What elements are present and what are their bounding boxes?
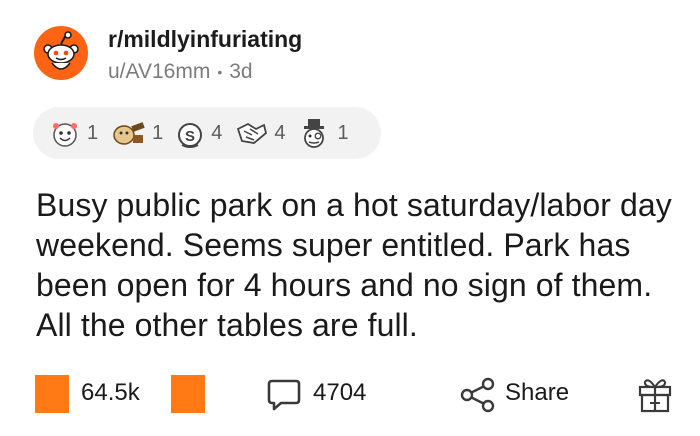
award-silver[interactable]: S 4 [173,115,222,151]
award-doge[interactable]: 1 [108,115,163,151]
post-header-text: r/mildlyinfuriating u/AV16mm • 3d [108,22,302,85]
upvote-icon[interactable] [35,375,69,413]
award-count: 1 [337,121,349,144]
wholesome-award-icon [53,123,77,147]
downvote-icon[interactable] [171,375,205,413]
award-gentleman[interactable]: 1 [296,115,349,151]
silver-coin-award-icon: S [178,123,203,148]
subreddit-name[interactable]: r/mildlyinfuriating [108,25,302,53]
subreddit-avatar[interactable] [34,26,88,80]
reddit-post-card: r/mildlyinfuriating u/AV16mm • 3d 1 1 S … [0,0,700,436]
svg-text:S: S [185,128,195,145]
meta-separator: • [217,64,223,80]
share-icon[interactable] [458,375,498,415]
gentleman-award-icon [303,119,324,148]
award-count: 1 [152,121,164,144]
bro-hug-award-icon [237,122,268,144]
award-wholesome[interactable]: 1 [47,115,98,151]
post-action-bar: 64.5k 4704 Share [35,372,675,418]
post-meta: u/AV16mm • 3d [108,59,302,85]
award-count: 4 [274,121,286,144]
awards-bar[interactable]: 1 1 S 4 4 1 [33,107,381,159]
post-age: 3d [229,60,253,83]
post-header: r/mildlyinfuriating u/AV16mm • 3d [34,22,302,85]
share-label[interactable]: Share [505,379,569,407]
award-count: 4 [211,121,223,144]
snoo-icon [43,31,79,70]
author-name[interactable]: u/AV16mm [108,59,210,85]
doge-award-icon [113,122,145,145]
post-title[interactable]: Busy public park on a hot saturday/labor… [36,185,676,345]
vote-score: 64.5k [81,379,140,406]
gift-award-icon[interactable] [636,374,674,414]
award-count: 1 [87,121,99,144]
comments-count[interactable]: 4704 [313,379,366,407]
award-bro-hug[interactable]: 4 [232,115,286,151]
comment-bubble-icon[interactable] [265,376,303,414]
